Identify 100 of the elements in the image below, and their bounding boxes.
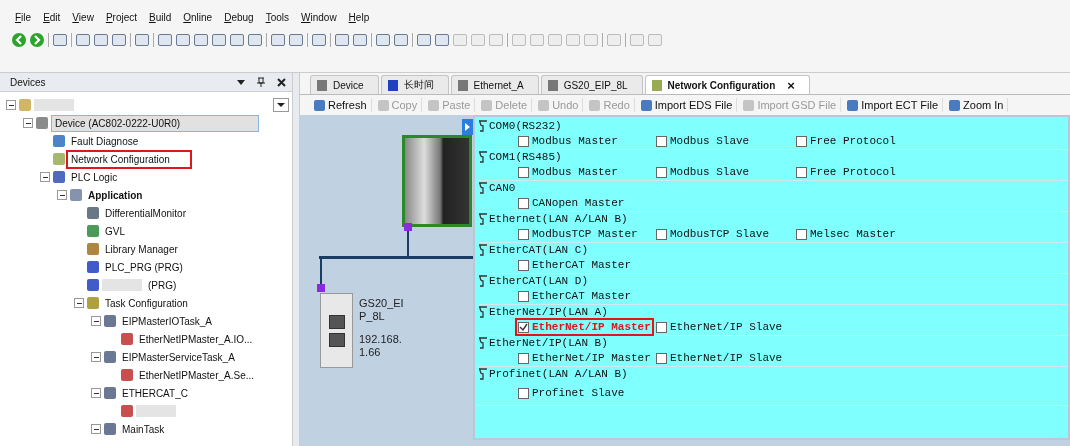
menu-item[interactable]: File [15, 12, 32, 26]
plug-icon [478, 182, 488, 194]
section-title: Profinet(LAN A/LAN B) [489, 368, 628, 380]
dropdown-caret-icon[interactable] [273, 98, 289, 112]
toolbar-icon[interactable] [112, 34, 126, 46]
toolbar-icon[interactable] [176, 34, 190, 46]
plug-icon [478, 151, 488, 163]
tree-node-icon [104, 315, 116, 327]
plug-icon [478, 120, 488, 132]
tree-item[interactable]: EtherNetIPMaster_A.Se... [136, 367, 258, 383]
tree-item[interactable]: Device (AC802-0222-U0R0) [51, 114, 259, 132]
tree-item[interactable]: (PRG) [145, 277, 180, 293]
tree-item[interactable]: MainTask [119, 421, 168, 437]
tree-item[interactable]: Network Configuration [68, 151, 190, 167]
protocol-checkbox[interactable]: Profinet Slave [518, 387, 625, 399]
protocol-checkbox[interactable]: ModbusTCP Master [518, 228, 638, 240]
io-module-drawing[interactable] [320, 293, 353, 368]
tree-node-icon [87, 297, 99, 309]
protocol-checkbox[interactable]: EtherNet/IP Master [518, 352, 651, 364]
protocol-checkbox[interactable]: EtherCAT Master [518, 259, 632, 271]
protocol-checkbox[interactable]: EtherCAT Master [518, 290, 632, 302]
close-icon[interactable] [277, 77, 286, 87]
tree-node-icon [87, 225, 99, 237]
menu-item[interactable]: Build [149, 12, 172, 26]
collapse-toggle-icon[interactable] [91, 352, 101, 362]
tree-item[interactable]: EtherNetIPMaster_A.IO... [136, 331, 256, 347]
toolbar-icon[interactable] [312, 34, 326, 46]
protocol-checkbox[interactable]: ModbusTCP Slave [656, 228, 770, 240]
tree-item[interactable]: ETHERCAT_C [119, 385, 191, 401]
protocol-checkbox[interactable]: Melsec Master [796, 228, 896, 240]
tree-item[interactable]: EIPMasterIOTask_A [119, 313, 216, 329]
toolbar-icon[interactable] [212, 34, 226, 46]
protocol-checkbox[interactable]: CANopen Master [518, 197, 625, 209]
tree-item[interactable]: Fault Diagnose [68, 133, 142, 149]
toolbar-icon[interactable] [76, 34, 90, 46]
protocol-checkbox[interactable]: EtherNet/IP Master [518, 321, 651, 333]
menu-item[interactable]: Tools [265, 12, 289, 26]
collapse-toggle-icon[interactable] [40, 172, 50, 182]
protocol-checkbox[interactable]: Free Protocol [796, 135, 896, 147]
toolbar-icon[interactable] [53, 34, 67, 46]
tree-node-icon [70, 189, 82, 201]
collapse-toggle-icon[interactable] [57, 190, 67, 200]
toolbar-button[interactable]: Refresh [310, 98, 372, 112]
menu-item[interactable]: View [72, 12, 94, 26]
menu-item[interactable]: Edit [43, 12, 61, 26]
protocol-checkbox[interactable]: Modbus Slave [656, 135, 750, 147]
collapse-toggle-icon[interactable] [91, 388, 101, 398]
toolbar-icon[interactable] [376, 34, 390, 46]
tree-item[interactable]: Task Configuration [102, 295, 191, 311]
tree-item[interactable]: Application [85, 187, 146, 203]
menu-item[interactable]: Window [301, 12, 337, 26]
toolbar-icon[interactable] [158, 34, 172, 46]
menu-item[interactable]: Online [183, 12, 213, 26]
close-tab-button[interactable]: × [787, 79, 795, 91]
collapse-toggle-icon[interactable] [91, 316, 101, 326]
collapse-toggle-icon[interactable] [23, 118, 33, 128]
tree-item[interactable]: PLC Logic [68, 169, 121, 185]
tree-node-icon [121, 333, 133, 345]
tree-item[interactable]: Library Manager [102, 241, 181, 257]
editor-tab[interactable]: Device [310, 75, 379, 94]
tree-node-icon [87, 207, 99, 219]
toolbar-button[interactable]: Import ECT File [843, 98, 944, 112]
editor-tab[interactable]: 长时间 [380, 75, 449, 94]
dropdown-caret-icon[interactable] [237, 79, 245, 85]
pin-icon[interactable] [257, 77, 265, 87]
protocol-checkbox[interactable]: Modbus Master [518, 135, 618, 147]
protocol-checkbox[interactable]: EtherNet/IP Slave [656, 352, 783, 364]
toolbar-icon[interactable] [230, 34, 244, 46]
toolbar-icon[interactable] [289, 34, 303, 46]
tree-item[interactable]: PLC_PRG (PRG) [102, 259, 186, 275]
editor-tab[interactable]: Ethernet_A [450, 75, 539, 94]
toolbar-icon[interactable] [417, 34, 431, 46]
editor-tab[interactable]: GS20_EIP_8L [540, 75, 643, 94]
toolbar-icon[interactable] [271, 34, 285, 46]
toolbar-icon[interactable] [435, 34, 449, 46]
menu-item[interactable]: Debug [224, 12, 254, 26]
toolbar-icon[interactable] [248, 34, 262, 46]
toolbar-icon[interactable] [94, 34, 108, 46]
menu-item[interactable]: Project [105, 12, 137, 26]
collapse-toggle-icon[interactable] [74, 298, 84, 308]
protocol-checkbox[interactable]: Free Protocol [796, 166, 896, 178]
toolbar-icon[interactable] [194, 34, 208, 46]
collapse-toggle-icon[interactable] [91, 424, 101, 434]
toolbar-icon[interactable] [394, 34, 408, 46]
protocol-checkbox[interactable]: Modbus Master [518, 166, 618, 178]
toolbar-icon[interactable] [353, 34, 367, 46]
tree-node-icon [53, 153, 65, 165]
editor-tab[interactable]: Network Configuration × [644, 75, 810, 94]
tree-item[interactable]: EIPMasterServiceTask_A [119, 349, 238, 365]
tree-item[interactable]: GVL [102, 223, 128, 239]
tree-item[interactable]: DifferentialMonitor [102, 205, 189, 221]
section-title: EtherNet/IP(LAN B) [489, 337, 608, 349]
protocol-checkbox[interactable]: EtherNet/IP Slave [656, 321, 783, 333]
protocol-checkbox[interactable]: Modbus Slave [656, 166, 750, 178]
collapse-toggle-icon[interactable] [6, 100, 16, 110]
toolbar-icon[interactable] [335, 34, 349, 46]
toolbar-icon[interactable] [135, 34, 149, 46]
menu-item[interactable]: Help [348, 12, 370, 26]
toolbar-button[interactable]: Zoom In [945, 98, 1009, 112]
toolbar-button[interactable]: Import EDS File [636, 98, 738, 112]
